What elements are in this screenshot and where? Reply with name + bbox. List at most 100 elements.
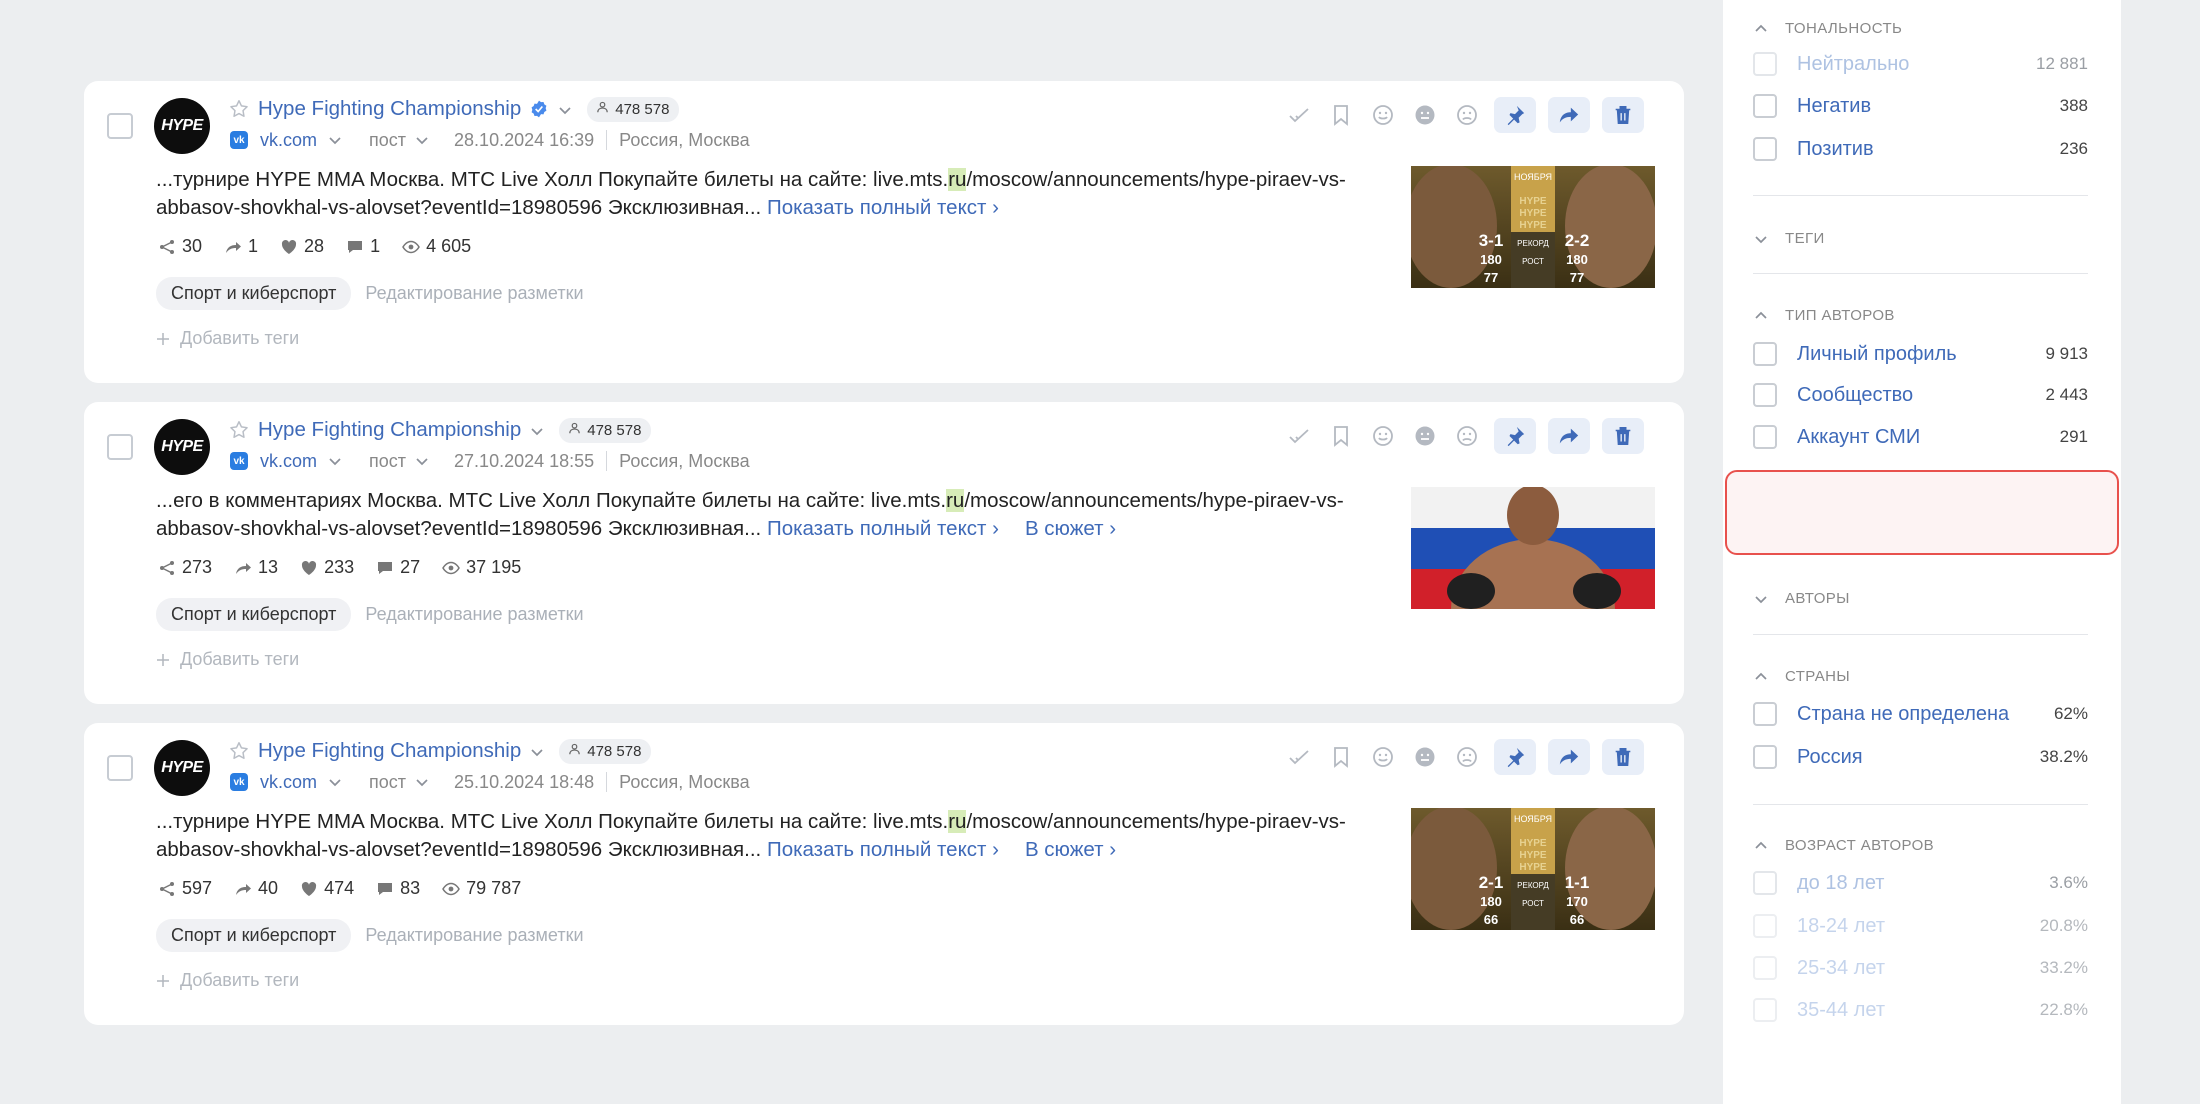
chevron-down-icon[interactable]: [327, 132, 343, 148]
post-thumbnail[interactable]: [1411, 487, 1655, 609]
delete-button[interactable]: [1602, 739, 1644, 775]
add-to-story-link[interactable]: В сюжет ›: [1025, 517, 1116, 540]
pin-button[interactable]: [1494, 97, 1536, 133]
filter-age-under-18[interactable]: до 18 лет 3.6%: [1753, 871, 2088, 895]
edit-markup-link[interactable]: Редактирование разметки: [365, 604, 583, 625]
neutral-tone-button[interactable]: [1410, 740, 1440, 774]
mark-read-button[interactable]: [1284, 98, 1314, 132]
section-tonality[interactable]: Тональность: [1753, 20, 1902, 37]
filter-personal-profile[interactable]: Личный профиль 9 913: [1753, 342, 2088, 366]
filter-country-undefined[interactable]: Страна не определена 62%: [1753, 702, 2088, 726]
filter-checkbox[interactable]: [1753, 52, 1777, 76]
neutral-tone-button[interactable]: [1410, 419, 1440, 453]
filter-checkbox[interactable]: [1753, 137, 1777, 161]
filter-checkbox[interactable]: [1753, 914, 1777, 938]
star-icon[interactable]: [228, 740, 250, 762]
source-link[interactable]: vk.com: [260, 130, 317, 151]
filter-country-russia[interactable]: Россия 38.2%: [1753, 745, 2088, 769]
positive-tone-button[interactable]: [1368, 98, 1398, 132]
verified-filter-highlight: [1725, 470, 2119, 555]
add-tags-button[interactable]: Добавить теги: [156, 970, 299, 991]
bookmark-button[interactable]: [1326, 740, 1356, 774]
filter-negative[interactable]: Негатив 388: [1753, 94, 2088, 118]
negative-tone-button[interactable]: [1452, 98, 1482, 132]
positive-tone-button[interactable]: [1368, 419, 1398, 453]
filter-checkbox[interactable]: [1753, 998, 1777, 1022]
post-select-checkbox[interactable]: [107, 113, 133, 139]
author-name-link[interactable]: Hype Fighting Championship: [258, 97, 521, 121]
chevron-down-icon[interactable]: [414, 132, 430, 148]
star-icon[interactable]: [228, 98, 250, 120]
post-select-checkbox[interactable]: [107, 755, 133, 781]
filter-age-25-34[interactable]: 25-34 лет 33.2%: [1753, 956, 2088, 980]
chevron-down-icon[interactable]: [414, 774, 430, 790]
mark-read-button[interactable]: [1284, 419, 1314, 453]
edit-markup-link[interactable]: Редактирование разметки: [365, 283, 583, 304]
negative-tone-button[interactable]: [1452, 740, 1482, 774]
forward-button[interactable]: [1548, 739, 1590, 775]
tag-chip[interactable]: Спорт и киберспорт: [156, 277, 352, 310]
filter-neutral[interactable]: Нейтрально 12 881: [1753, 52, 2088, 76]
add-tags-button[interactable]: Добавить теги: [156, 649, 299, 670]
filter-checkbox[interactable]: [1753, 956, 1777, 980]
chevron-down-icon[interactable]: [557, 101, 573, 117]
stat-likes: 233: [300, 557, 354, 578]
source-link[interactable]: vk.com: [260, 451, 317, 472]
section-tags[interactable]: Теги: [1753, 230, 1825, 247]
filter-checkbox[interactable]: [1753, 425, 1777, 449]
post-thumbnail[interactable]: НОЯБРЯ HYPE HYPE HYPE РЕКОРД РОСТ 2-1 18…: [1411, 808, 1655, 930]
source-link[interactable]: vk.com: [260, 772, 317, 793]
filter-checkbox[interactable]: [1753, 342, 1777, 366]
filter-checkbox[interactable]: [1753, 871, 1777, 895]
add-to-story-link[interactable]: В сюжет ›: [1025, 838, 1116, 861]
chevron-down-icon[interactable]: [529, 743, 545, 759]
show-full-text-link[interactable]: Показать полный текст ›: [767, 838, 999, 861]
chevron-down-icon[interactable]: [529, 422, 545, 438]
positive-tone-button[interactable]: [1368, 740, 1398, 774]
star-icon[interactable]: [228, 419, 250, 441]
edit-markup-link[interactable]: Редактирование разметки: [365, 925, 583, 946]
author-name-link[interactable]: Hype Fighting Championship: [258, 739, 521, 763]
bookmark-button[interactable]: [1326, 98, 1356, 132]
show-full-text-link[interactable]: Показать полный текст ›: [767, 517, 999, 540]
post-thumbnail[interactable]: НОЯБРЯ HYPE HYPE HYPE РЕКОРД РОСТ 3-1 18…: [1411, 166, 1655, 288]
filter-positive[interactable]: Позитив 236: [1753, 137, 2088, 161]
check-icon: [1287, 424, 1311, 448]
filter-checkbox[interactable]: [1753, 94, 1777, 118]
filter-community[interactable]: Сообщество 2 443: [1753, 383, 2088, 407]
add-tags-button[interactable]: Добавить теги: [156, 328, 299, 349]
bookmark-button[interactable]: [1326, 419, 1356, 453]
chevron-down-icon[interactable]: [414, 453, 430, 469]
author-avatar[interactable]: HYPE: [154, 98, 210, 154]
filter-count: 12 881: [2036, 54, 2088, 73]
filter-age-18-24[interactable]: 18-24 лет 20.8%: [1753, 914, 2088, 938]
mark-read-button[interactable]: [1284, 740, 1314, 774]
section-authors[interactable]: Авторы: [1753, 590, 1850, 607]
pin-button[interactable]: [1494, 418, 1536, 454]
forward-button[interactable]: [1548, 418, 1590, 454]
filter-checkbox[interactable]: [1753, 745, 1777, 769]
tag-chip[interactable]: Спорт и киберспорт: [156, 598, 352, 631]
filter-media-account[interactable]: Аккаунт СМИ 291: [1753, 425, 2088, 449]
chevron-down-icon[interactable]: [327, 453, 343, 469]
neutral-tone-button[interactable]: [1410, 98, 1440, 132]
delete-button[interactable]: [1602, 97, 1644, 133]
trash-icon: [1612, 104, 1634, 126]
section-countries[interactable]: Страны: [1753, 668, 1850, 685]
filter-age-35-44[interactable]: 35-44 лет 22.8%: [1753, 998, 2088, 1022]
post-select-checkbox[interactable]: [107, 434, 133, 460]
pin-button[interactable]: [1494, 739, 1536, 775]
author-avatar[interactable]: HYPE: [154, 740, 210, 796]
show-full-text-link[interactable]: Показать полный текст ›: [767, 196, 999, 219]
delete-button[interactable]: [1602, 418, 1644, 454]
section-author-type[interactable]: Тип авторов: [1753, 307, 1895, 324]
forward-button[interactable]: [1548, 97, 1590, 133]
chevron-down-icon[interactable]: [327, 774, 343, 790]
author-name-link[interactable]: Hype Fighting Championship: [258, 418, 521, 442]
section-author-age[interactable]: Возраст авторов: [1753, 837, 1934, 854]
filter-checkbox[interactable]: [1753, 702, 1777, 726]
tag-chip[interactable]: Спорт и киберспорт: [156, 919, 352, 952]
author-avatar[interactable]: HYPE: [154, 419, 210, 475]
negative-tone-button[interactable]: [1452, 419, 1482, 453]
filter-checkbox[interactable]: [1753, 383, 1777, 407]
